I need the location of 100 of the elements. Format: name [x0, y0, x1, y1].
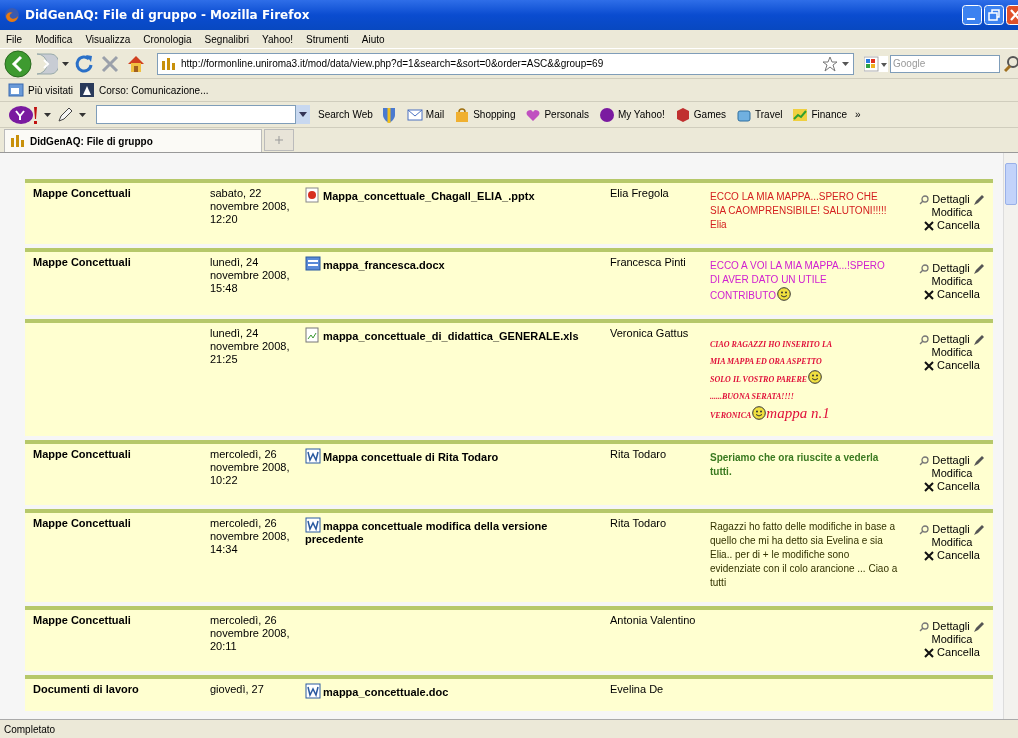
toolbar-button[interactable]: My Yahoo!: [598, 106, 665, 123]
search-web-button[interactable]: Search Web: [314, 109, 377, 120]
bookmark-item[interactable]: Più visitati: [8, 82, 73, 98]
search-icon[interactable]: [1004, 54, 1018, 73]
delete-link[interactable]: Cancella: [937, 646, 980, 659]
edit-link[interactable]: Modifica: [931, 536, 973, 549]
dropdown-icon[interactable]: [79, 112, 86, 117]
browser-tab[interactable]: DidGenAQ: File di gruppo: [4, 129, 262, 152]
toolbar-button[interactable]: Finance: [792, 106, 848, 123]
delete-icon[interactable]: [924, 289, 935, 300]
bookmark-item[interactable]: Corso: Comunicazione...: [79, 82, 209, 98]
dropdown-icon[interactable]: [62, 61, 69, 66]
delete-icon[interactable]: [924, 481, 935, 492]
file-link[interactable]: mappa_concettuale.doc: [305, 683, 604, 699]
firefox-icon: [4, 7, 20, 23]
author-name: Antonia Valentino: [610, 614, 696, 626]
menu-item[interactable]: Yahoo!: [262, 33, 294, 45]
search-field[interactable]: [96, 105, 296, 124]
close-icon[interactable]: [1006, 5, 1018, 25]
delete-icon[interactable]: [924, 647, 935, 658]
edit-link[interactable]: Modifica: [931, 633, 973, 646]
address-field[interactable]: http://formonline.uniroma3.it/mod/data/view.php?d=1&search=&sort=0&order=ASC&&group=69: [157, 52, 854, 75]
file-link[interactable]: mappa concettuale modifica della versione precedente: [305, 517, 604, 546]
comment-text: ECCO A VOI LA MIA MAPPA...!SPERO DI AVER DATO UN UTILE: [710, 260, 885, 285]
details-link[interactable]: Dettagli: [932, 523, 970, 536]
restore-icon[interactable]: [984, 5, 1004, 25]
toolbar-button[interactable]: Mail: [406, 106, 445, 123]
delete-icon[interactable]: [924, 550, 935, 561]
menu-item[interactable]: Segnalibri: [204, 33, 250, 45]
details-link[interactable]: Dettagli: [932, 193, 970, 206]
delete-link[interactable]: Cancella: [937, 359, 980, 372]
author-name: Rita Todaro: [610, 448, 667, 460]
document-file-icon: [305, 256, 321, 272]
menu-item[interactable]: Cronologia: [143, 33, 192, 45]
minimize-icon[interactable]: [962, 5, 982, 25]
author-name: Veronica Gattus: [610, 327, 689, 339]
dropdown-icon[interactable]: [296, 105, 310, 124]
google-icon[interactable]: [864, 55, 888, 72]
cube-icon: [674, 106, 691, 123]
pencil-icon[interactable]: [972, 620, 985, 633]
pencil-icon[interactable]: [972, 523, 985, 536]
shield-icon[interactable]: [380, 105, 397, 124]
word-file-icon: [305, 683, 321, 699]
badge-icon: [598, 106, 615, 123]
smiley-icon: [752, 406, 767, 420]
more-button[interactable]: »: [855, 109, 861, 120]
toolbar-button[interactable]: Shopping: [454, 106, 516, 123]
delete-icon[interactable]: [924, 360, 935, 371]
date-text: sabato, 22 novembre 2008, 12:20: [210, 187, 290, 225]
back-icon[interactable]: [4, 49, 32, 78]
pencil-icon[interactable]: [972, 262, 985, 275]
details-link[interactable]: Dettagli: [932, 620, 970, 633]
delete-icon[interactable]: [924, 220, 935, 231]
delete-link[interactable]: Cancella: [937, 549, 980, 562]
details-link[interactable]: Dettagli: [932, 262, 970, 275]
file-link[interactable]: mappa_francesca.docx: [305, 256, 604, 272]
menu-item[interactable]: Aiuto: [361, 33, 385, 45]
toolbar-button[interactable]: Personals: [525, 106, 589, 123]
category-label: Mappe Concettuali: [33, 517, 131, 529]
smiley-icon: [808, 370, 823, 384]
dropdown-icon[interactable]: [44, 112, 51, 117]
file-link[interactable]: Mappa concettuale di Rita Todaro: [305, 448, 604, 464]
comment-text: VERONICA: [710, 411, 752, 420]
delete-link[interactable]: Cancella: [937, 219, 980, 232]
site-icon: [11, 135, 26, 147]
edit-link[interactable]: Modifica: [931, 206, 973, 219]
delete-link[interactable]: Cancella: [937, 480, 980, 493]
chart-icon: [792, 106, 809, 123]
edit-link[interactable]: Modifica: [931, 275, 973, 288]
file-link[interactable]: Mappa_concettuale_Chagall_ELIA_.pptx: [305, 187, 604, 203]
menu-item[interactable]: Modifica: [35, 33, 73, 45]
search-field[interactable]: Google: [890, 54, 1000, 73]
file-link[interactable]: mappa_concettuale_di_didattica_GENERALE.xls: [305, 327, 604, 343]
comment-text: Ragazzi ho fatto delle modifiche in base a quello che mi ha detto sia Evelina e sia Elia.. per di + le modifiche sono evidenziate con il colo arancione ... Ciao a tutti: [710, 521, 898, 588]
details-link[interactable]: Dettagli: [932, 333, 970, 346]
toolbar-button[interactable]: Travel: [736, 106, 783, 123]
date-text: mercoledì, 26 novembre 2008, 20:11: [210, 614, 290, 652]
pencil-icon[interactable]: [57, 106, 73, 123]
menu-item[interactable]: Strumenti: [306, 33, 349, 45]
pencil-icon[interactable]: [972, 333, 985, 346]
yahoo-logo-icon: [8, 104, 38, 125]
date-text: lunedì, 24 novembre 2008, 15:48: [210, 256, 290, 294]
author-name: Francesca Pinti: [610, 256, 686, 268]
magnifier-icon: [919, 621, 930, 632]
pencil-icon[interactable]: [972, 193, 985, 206]
edit-link[interactable]: Modifica: [931, 467, 973, 480]
status-text: Completato: [4, 723, 56, 735]
details-link[interactable]: Dettagli: [932, 454, 970, 467]
dropdown-icon: [842, 61, 849, 66]
broken-image-icon: [305, 327, 321, 343]
author-name: Elia Fregola: [610, 187, 669, 199]
toolbar-button[interactable]: Games: [674, 106, 727, 123]
word-file-icon: [305, 517, 321, 533]
menu-item[interactable]: File: [6, 33, 23, 45]
edit-link[interactable]: Modifica: [931, 346, 973, 359]
pencil-icon[interactable]: [972, 454, 985, 467]
reload-icon[interactable]: [73, 52, 95, 75]
scrollbar-thumb[interactable]: [1005, 163, 1017, 205]
menu-item[interactable]: Visualizza: [85, 33, 131, 45]
delete-link[interactable]: Cancella: [937, 288, 980, 301]
